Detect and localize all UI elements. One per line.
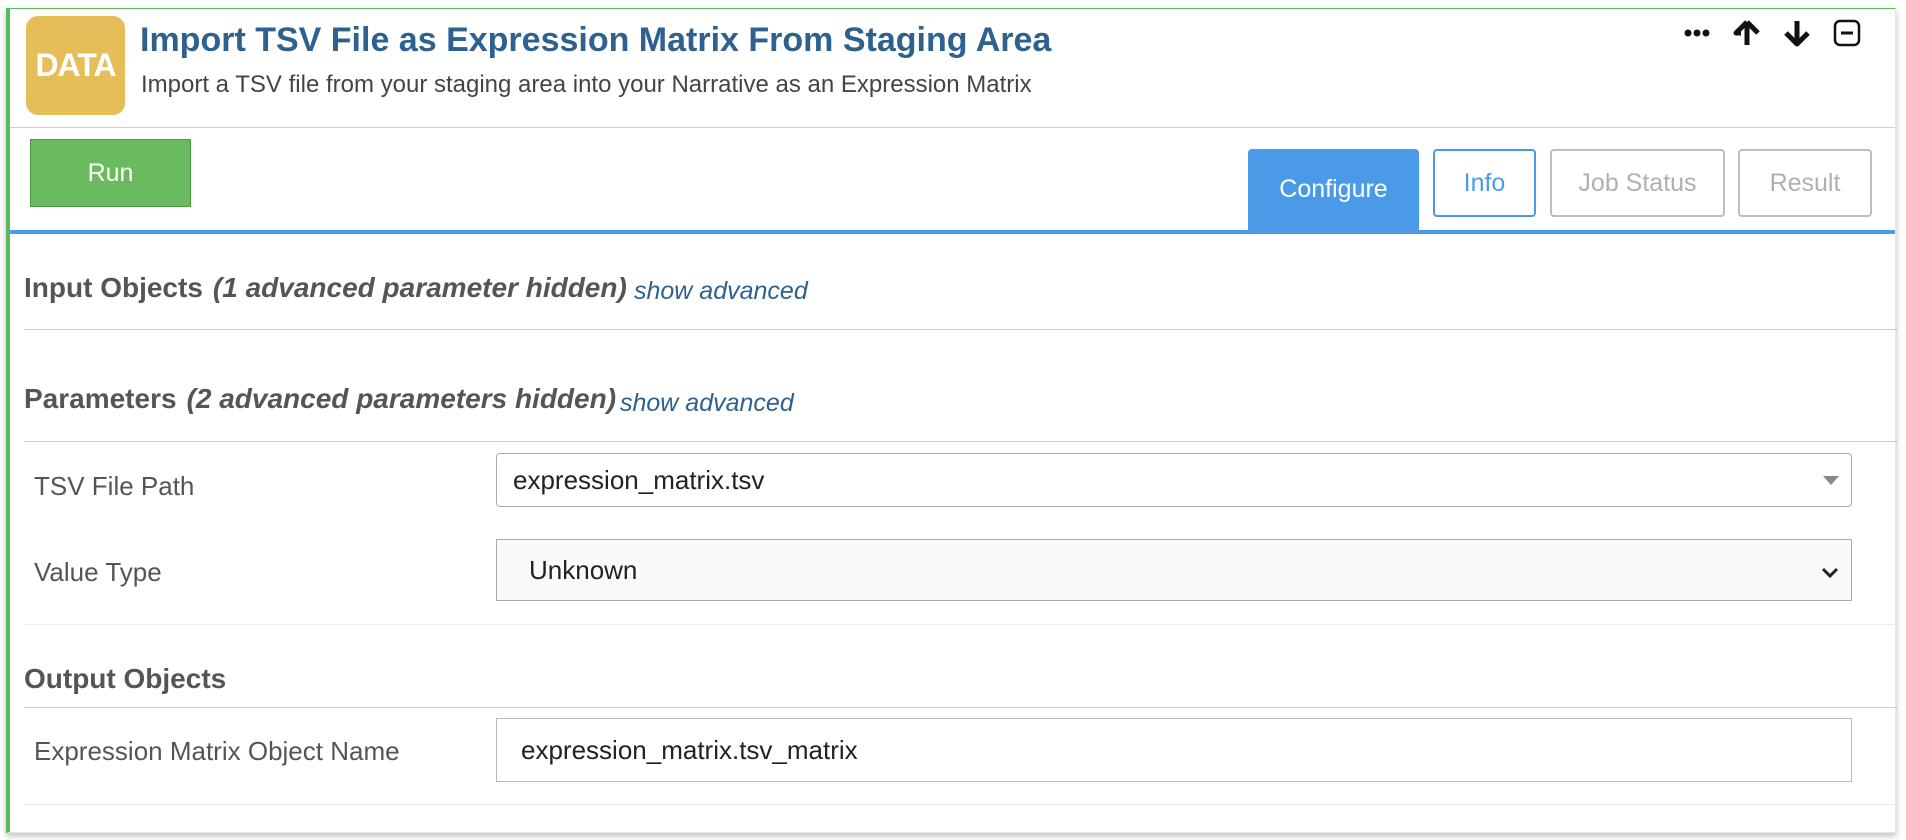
- collapse-icon[interactable]: [1829, 15, 1865, 51]
- chevron-down-icon: [1819, 559, 1841, 590]
- cell-toolbar: Run Configure Info Job Status Result: [10, 127, 1895, 234]
- output-objects-title: Output Objects: [24, 663, 227, 694]
- app-logo: DATA: [26, 16, 125, 115]
- arrow-up-icon[interactable]: [1729, 15, 1765, 51]
- tsv-file-path-label: TSV File Path: [34, 471, 195, 501]
- tsv-file-path-select[interactable]: expression_matrix.tsv: [496, 453, 1852, 507]
- arrow-down-icon[interactable]: [1779, 15, 1815, 51]
- value-type-select[interactable]: Unknown: [496, 539, 1852, 601]
- parameters-end-divider: [24, 624, 1898, 625]
- output-objects-heading: Output Objects: [24, 663, 226, 695]
- input-objects-show-advanced-link[interactable]: show advanced: [634, 277, 808, 306]
- input-objects-divider: [24, 329, 1898, 330]
- tab-info[interactable]: Info: [1433, 149, 1536, 217]
- parameters-show-advanced-link[interactable]: show advanced: [620, 389, 794, 418]
- value-type-value: Unknown: [529, 554, 638, 585]
- caret-down-icon: [1823, 476, 1839, 485]
- cell-header: DATA Import TSV File as Expression Matri…: [10, 9, 1895, 128]
- tab-result[interactable]: Result: [1738, 149, 1872, 217]
- output-objects-end-divider: [24, 804, 1898, 805]
- parameters-title: Parameters: [24, 383, 177, 414]
- input-objects-hidden-note: (1 advanced parameter hidden): [212, 272, 627, 303]
- parameters-hidden-note: (2 advanced parameters hidden): [186, 383, 617, 414]
- parameters-divider: [24, 441, 1898, 442]
- input-objects-heading: Input Objects (1 advanced parameter hidde…: [24, 272, 627, 304]
- app-title: Import TSV File as Expression Matrix Fro…: [140, 21, 1052, 59]
- more-options-icon[interactable]: [1679, 15, 1715, 51]
- expression-matrix-object-name-label: Expression Matrix Object Name: [34, 736, 400, 766]
- value-type-label: Value Type: [34, 557, 162, 587]
- tab-configure[interactable]: Configure: [1248, 149, 1419, 230]
- tsv-file-path-value: expression_matrix.tsv: [513, 464, 765, 495]
- expression-matrix-object-name-input[interactable]: expression_matrix.tsv_matrix: [496, 718, 1852, 782]
- parameters-heading: Parameters (2 advanced parameters hidden): [24, 383, 616, 415]
- app-subtitle: Import a TSV file from your staging area…: [141, 71, 1032, 98]
- input-objects-title: Input Objects: [24, 272, 203, 303]
- app-cell: DATA Import TSV File as Expression Matri…: [6, 8, 1898, 833]
- run-button[interactable]: Run: [30, 139, 191, 207]
- tab-job-status[interactable]: Job Status: [1550, 149, 1725, 217]
- output-objects-divider: [24, 707, 1898, 708]
- cell-controls: [1679, 15, 1865, 51]
